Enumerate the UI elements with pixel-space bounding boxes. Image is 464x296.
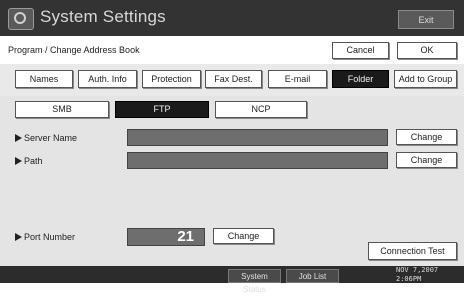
breadcrumb: Program / Change Address Book: [8, 45, 140, 55]
tab-protection[interactable]: Protection: [142, 70, 201, 88]
ok-button[interactable]: OK: [397, 42, 457, 59]
protocol-smb-button[interactable]: SMB: [15, 101, 109, 118]
datetime-display: NOV 7,2007 2:06PM: [396, 266, 438, 284]
port-number-label: Port Number: [15, 232, 75, 242]
port-number-change-button[interactable]: Change: [213, 228, 274, 244]
tab-fax-dest[interactable]: Fax Dest.: [205, 70, 262, 88]
port-number-label-text: Port Number: [24, 232, 76, 242]
system-status-button[interactable]: System Status: [228, 269, 281, 294]
path-field[interactable]: [127, 152, 388, 169]
job-list-button[interactable]: Job List: [286, 269, 339, 283]
tab-add-to-group[interactable]: Add to Group: [394, 70, 457, 88]
server-name-label: Server Name: [15, 133, 77, 143]
path-label-text: Path: [24, 156, 43, 166]
app-title: System Settings: [40, 7, 166, 26]
tab-email[interactable]: E-mail: [268, 70, 327, 88]
date-text: NOV 7,2007: [396, 266, 439, 274]
path-label: Path: [15, 156, 43, 166]
server-name-label-text: Server Name: [24, 133, 78, 143]
cancel-button[interactable]: Cancel: [332, 42, 389, 59]
arrow-right-icon: [15, 233, 22, 241]
arrow-right-icon: [15, 134, 22, 142]
gear-icon: [14, 12, 26, 24]
connection-test-button[interactable]: Connection Test: [368, 242, 457, 260]
tab-auth-info[interactable]: Auth. Info: [78, 70, 137, 88]
protocol-ftp-button[interactable]: FTP: [115, 101, 209, 118]
tab-folder[interactable]: Folder: [332, 70, 389, 88]
port-number-field[interactable]: 21: [127, 228, 205, 246]
settings-icon: [8, 8, 34, 30]
protocol-ncp-button[interactable]: NCP: [215, 101, 307, 118]
exit-button[interactable]: Exit: [398, 10, 454, 29]
server-name-change-button[interactable]: Change: [396, 129, 457, 145]
arrow-right-icon: [15, 157, 22, 165]
tab-names[interactable]: Names: [15, 70, 73, 88]
path-change-button[interactable]: Change: [396, 152, 457, 168]
server-name-field[interactable]: [127, 129, 388, 146]
